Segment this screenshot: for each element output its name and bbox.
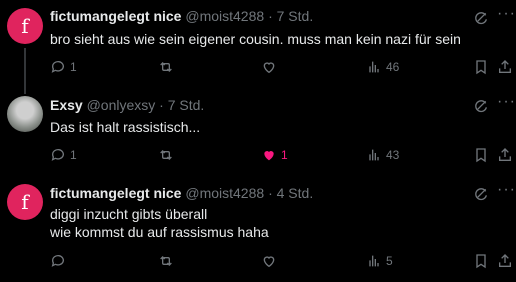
more-options-icon[interactable]: ··· <box>497 5 516 23</box>
repost-button[interactable] <box>158 253 178 269</box>
like-button[interactable]: 1 <box>261 147 288 163</box>
repost-icon <box>160 62 172 72</box>
handle[interactable]: @moist4288 <box>185 8 264 24</box>
handle[interactable]: @onlyexsy <box>87 97 156 113</box>
views-icon <box>369 61 379 73</box>
reply-button[interactable]: 1 <box>50 59 77 75</box>
grok-icon[interactable] <box>473 186 489 202</box>
bookmark-button[interactable] <box>473 147 489 163</box>
share-button[interactable] <box>497 253 513 269</box>
views-icon <box>369 255 379 267</box>
thread-line <box>24 48 26 94</box>
grok-icon[interactable] <box>473 98 489 114</box>
heart-icon <box>263 62 275 74</box>
tweet-1[interactable]: f fictumangelegt nice @moist4288 · 7 Std… <box>0 0 516 94</box>
reply-count: 1 <box>70 148 77 162</box>
heart-filled-icon <box>264 151 274 161</box>
avatar[interactable] <box>7 96 43 132</box>
view-count: 43 <box>386 148 400 162</box>
tweet-2[interactable]: Exsy @onlyexsy · 7 Std. ··· Das ist halt… <box>0 92 516 180</box>
timestamp[interactable]: 7 Std. <box>168 97 205 113</box>
reply-icon <box>51 149 64 161</box>
display-name[interactable]: Exsy <box>50 97 83 113</box>
share-icon <box>499 60 511 73</box>
reply-count: 1 <box>70 60 77 74</box>
reply-icon <box>51 255 64 267</box>
dot-separator: · <box>268 185 273 201</box>
views-button[interactable]: 46 <box>366 59 399 75</box>
repost-button[interactable] <box>158 59 178 75</box>
reply-icon <box>51 61 64 73</box>
share-button[interactable] <box>497 59 513 75</box>
tweet-text: bro sieht aus wie sein eigener cousin. m… <box>50 31 461 47</box>
views-icon <box>369 149 379 161</box>
share-icon <box>499 148 511 161</box>
tweet-3[interactable]: f fictumangelegt nice @moist4288 · 4 Std… <box>0 180 516 282</box>
bookmark-button[interactable] <box>473 59 489 75</box>
view-count: 46 <box>386 60 400 74</box>
tweet-text: Das ist halt rassistisch... <box>50 119 201 135</box>
like-count: 1 <box>281 148 288 162</box>
timestamp[interactable]: 7 Std. <box>277 8 314 24</box>
timestamp[interactable]: 4 Std. <box>277 185 314 201</box>
share-icon <box>499 254 511 267</box>
reply-button[interactable] <box>50 253 70 269</box>
view-count: 5 <box>386 254 393 268</box>
share-button[interactable] <box>497 147 513 163</box>
bookmark-icon <box>476 148 486 163</box>
like-button[interactable] <box>261 253 281 269</box>
bookmark-icon <box>476 60 486 75</box>
views-button[interactable]: 5 <box>366 253 393 269</box>
repost-icon <box>160 256 172 266</box>
bookmark-button[interactable] <box>473 253 489 269</box>
tweet-header: fictumangelegt nice @moist4288 · 7 Std. <box>50 8 313 24</box>
display-name[interactable]: fictumangelegt nice <box>50 8 181 24</box>
views-button[interactable]: 43 <box>366 147 399 163</box>
heart-icon <box>263 256 275 268</box>
avatar[interactable]: f <box>7 184 43 220</box>
avatar[interactable]: f <box>7 8 43 44</box>
repost-button[interactable] <box>158 147 178 163</box>
more-options-icon[interactable]: ··· <box>497 181 516 199</box>
bookmark-icon <box>476 254 486 269</box>
tweet-text: diggi inzucht gibts überall wie kommst d… <box>50 206 269 240</box>
more-options-icon[interactable]: ··· <box>497 93 516 111</box>
dot-separator: · <box>268 8 273 24</box>
tweet-header: Exsy @onlyexsy · 7 Std. <box>50 97 204 113</box>
reply-button[interactable]: 1 <box>50 147 77 163</box>
like-button[interactable] <box>261 59 281 75</box>
grok-icon[interactable] <box>473 10 489 26</box>
dot-separator: · <box>159 97 164 113</box>
tweet-header: fictumangelegt nice @moist4288 · 4 Std. <box>50 185 313 201</box>
display-name[interactable]: fictumangelegt nice <box>50 185 181 201</box>
repost-icon <box>160 150 172 160</box>
handle[interactable]: @moist4288 <box>185 185 264 201</box>
